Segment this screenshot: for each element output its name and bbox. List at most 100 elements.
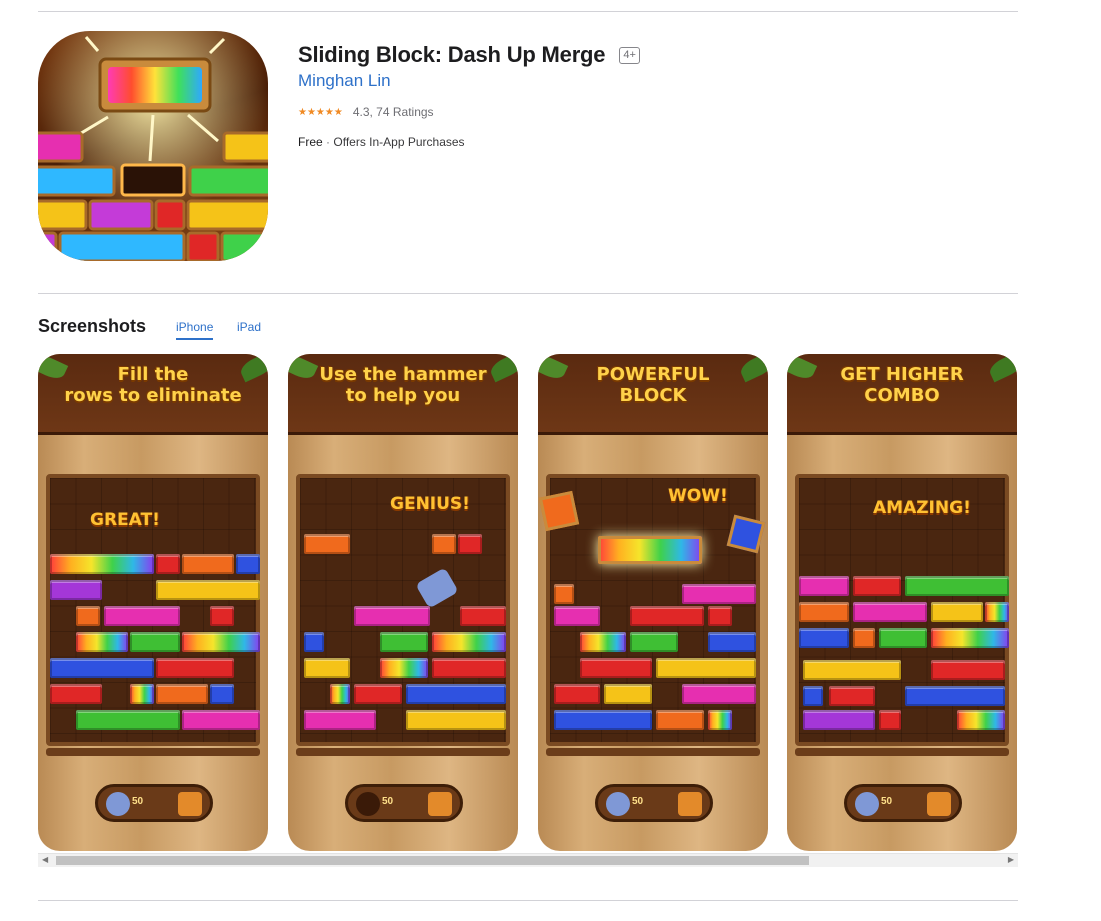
block xyxy=(156,580,260,600)
game-board: WOW! xyxy=(546,474,760,746)
block xyxy=(182,710,260,730)
block xyxy=(50,580,102,600)
game-board: AMAZING! xyxy=(795,474,1009,746)
hammer-icon xyxy=(106,792,130,816)
block xyxy=(630,606,704,626)
next-row-tray xyxy=(795,748,1009,756)
screenshot-caption: GET HIGHER COMBO xyxy=(840,364,964,406)
powerup-bar: 50 xyxy=(595,784,713,822)
block xyxy=(931,660,1005,680)
block xyxy=(130,684,154,704)
block xyxy=(708,606,732,626)
block xyxy=(432,658,506,678)
block xyxy=(905,686,1005,706)
block xyxy=(803,660,901,680)
scroll-left-arrow-icon[interactable]: ◀ xyxy=(42,855,48,864)
game-board: GREAT! xyxy=(46,474,260,746)
powerup-bar: 50 xyxy=(95,784,213,822)
screenshots-heading: Screenshots xyxy=(38,316,147,336)
app-icon xyxy=(38,31,268,261)
block xyxy=(304,632,324,652)
coin-count: 50 xyxy=(632,796,644,807)
game-board: GENIUS! xyxy=(296,474,510,746)
tab-iphone[interactable]: iPhone xyxy=(176,320,214,340)
block xyxy=(76,606,100,626)
star-rating-icon: ★★★★★ xyxy=(298,106,343,118)
praise-text: AMAZING! xyxy=(873,498,971,518)
block xyxy=(76,710,180,730)
screenshots-scrollbar[interactable]: ◀ ▶ xyxy=(38,853,1018,867)
block xyxy=(380,658,428,678)
block xyxy=(380,632,428,652)
block xyxy=(853,602,927,622)
block xyxy=(156,554,180,574)
block xyxy=(182,632,260,652)
block xyxy=(182,554,234,574)
block xyxy=(406,710,506,730)
coin-count: 50 xyxy=(881,796,893,807)
praise-text: GENIUS! xyxy=(390,494,470,514)
block xyxy=(130,632,180,652)
coin-count: 50 xyxy=(382,796,394,807)
scroll-right-arrow-icon[interactable]: ▶ xyxy=(1008,855,1014,864)
powerup-bar: 50 xyxy=(844,784,962,822)
block xyxy=(957,710,1005,730)
block xyxy=(304,710,376,730)
block xyxy=(803,686,823,706)
block xyxy=(656,710,704,730)
in-app-purchases-label: Offers In-App Purchases xyxy=(333,135,465,149)
gift-icon xyxy=(678,792,702,816)
block xyxy=(682,684,756,704)
block xyxy=(799,576,849,596)
block xyxy=(879,628,927,648)
block xyxy=(803,710,875,730)
block xyxy=(799,628,849,648)
hammer-icon xyxy=(415,567,459,609)
praise-text: WOW! xyxy=(668,486,728,506)
block xyxy=(853,628,875,648)
praise-text: GREAT! xyxy=(90,510,160,530)
top-divider xyxy=(38,11,1018,12)
next-row-tray xyxy=(46,748,260,756)
block xyxy=(554,684,600,704)
screenshot-1[interactable]: Fill the rows to eliminate GREAT! 50 xyxy=(38,354,268,851)
block xyxy=(985,602,1009,622)
screenshot-2[interactable]: Use the hammer to help you GENIUS! 50 xyxy=(288,354,518,851)
gift-icon xyxy=(927,792,951,816)
block xyxy=(304,534,350,554)
rating-row: ★★★★★ 4.3, 74 Ratings xyxy=(298,105,434,119)
section-divider xyxy=(38,293,1018,294)
block xyxy=(554,606,600,626)
age-rating-badge: 4+ xyxy=(619,46,640,64)
screenshot-caption: POWERFUL BLOCK xyxy=(596,364,710,406)
block xyxy=(554,710,652,730)
block xyxy=(156,684,208,704)
block xyxy=(879,710,901,730)
bottom-divider xyxy=(38,900,1018,901)
screenshot-caption: Use the hammer to help you xyxy=(319,364,487,406)
block xyxy=(708,710,732,730)
hammer-icon xyxy=(855,792,879,816)
tab-ipad[interactable]: iPad xyxy=(237,320,261,334)
next-row-tray xyxy=(546,748,760,756)
block xyxy=(76,632,128,652)
empty-slot-icon xyxy=(356,792,380,816)
screenshot-3[interactable]: POWERFUL BLOCK WOW! 50 xyxy=(538,354,768,851)
block xyxy=(304,658,350,678)
developer-link[interactable]: Minghan Lin xyxy=(298,71,391,91)
app-title: Sliding Block: Dash Up Merge xyxy=(298,42,606,67)
powerful-block xyxy=(598,536,702,564)
block xyxy=(931,628,1009,648)
scrollbar-thumb[interactable] xyxy=(56,856,809,865)
powerup-bar: 50 xyxy=(345,784,463,822)
block xyxy=(708,632,756,652)
hammer-icon xyxy=(606,792,630,816)
flying-block xyxy=(538,490,580,532)
next-row-tray xyxy=(296,748,510,756)
block xyxy=(630,632,678,652)
block xyxy=(853,576,901,596)
screenshot-4[interactable]: GET HIGHER COMBO AMAZING! 50 xyxy=(787,354,1017,851)
block xyxy=(799,602,849,622)
price-row: Free · Offers In-App Purchases xyxy=(298,135,465,149)
block xyxy=(554,584,574,604)
